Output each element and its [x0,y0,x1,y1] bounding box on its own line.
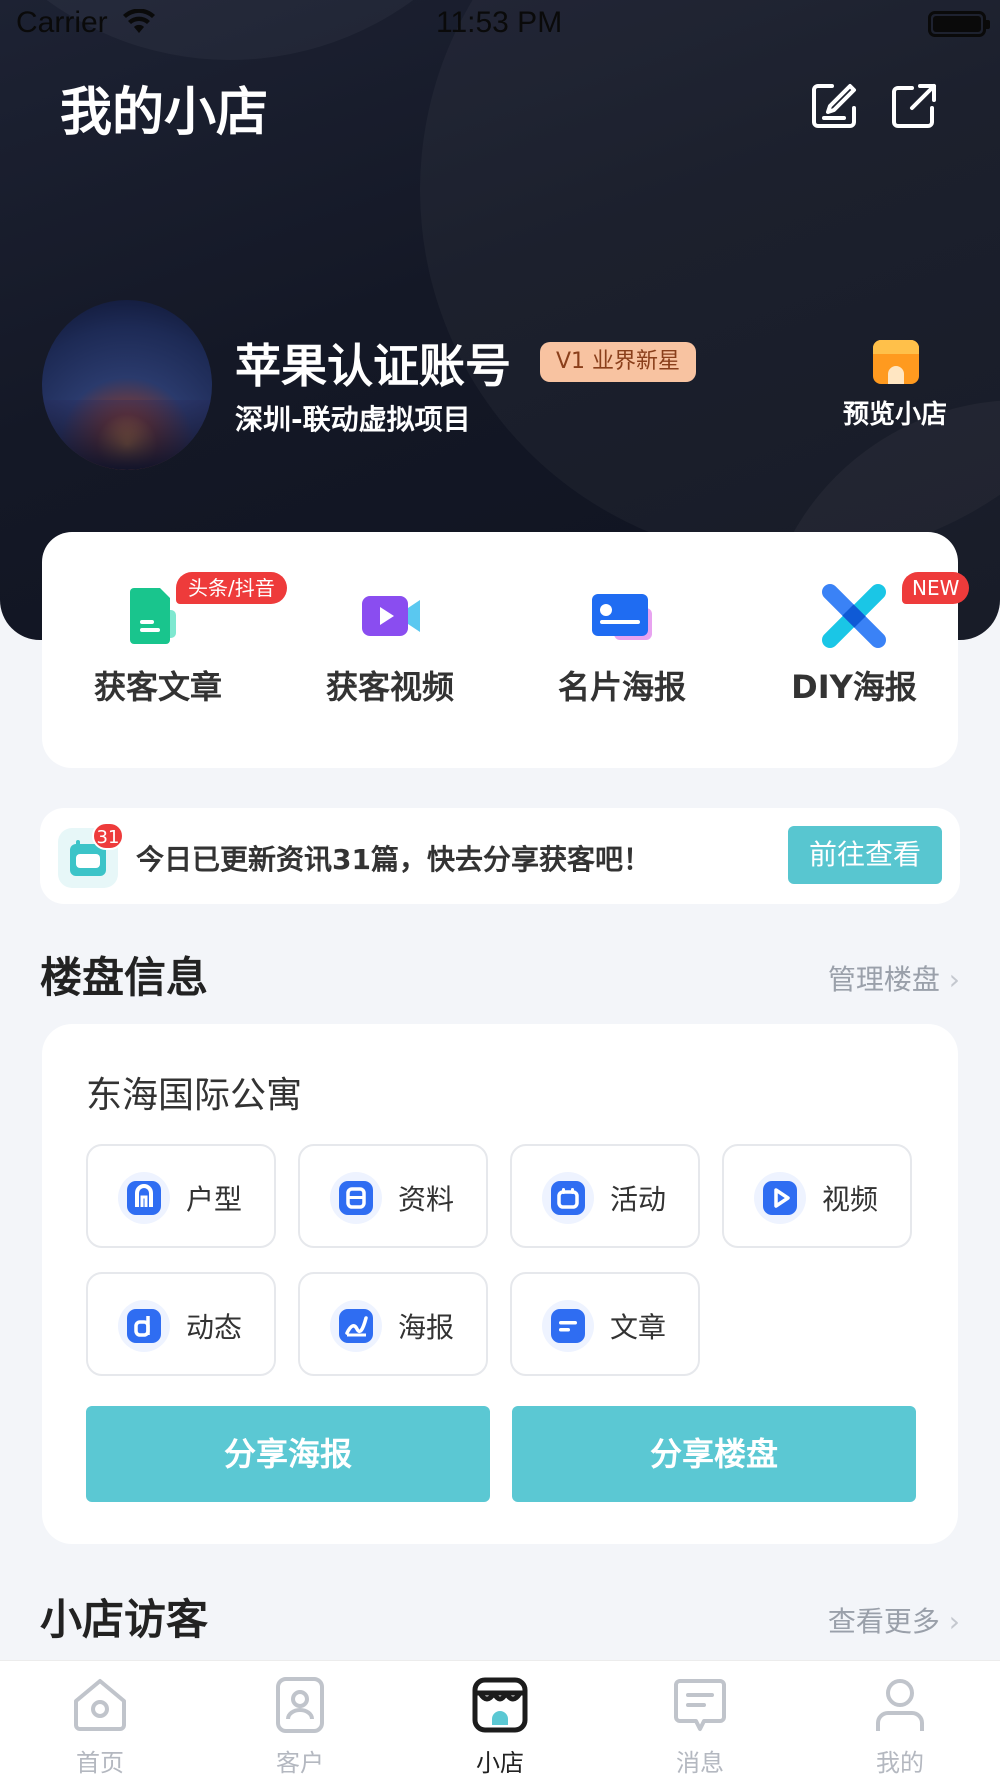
calendar-icon [542,1172,594,1224]
section-title-property: 楼盘信息 [40,953,209,1002]
tool-label: 获客视频 [325,668,454,706]
tool-article[interactable]: 获客文章 [42,532,274,768]
news-text: 今日已更新资讯31篇，快去分享获客吧！ [136,843,651,876]
profile-icon [876,1679,924,1731]
chip-label: 动态 [186,1311,243,1344]
chevron-right-icon: › [948,963,960,996]
preview-store-label: 预览小店 [842,400,947,430]
news-banner[interactable]: 31 今日已更新资讯31篇，快去分享获客吧！ 前往查看 [40,808,960,904]
chip-label: 海报 [398,1311,455,1344]
contacts-icon [276,1677,324,1733]
new-badge: NEW [902,572,970,604]
tab-messages[interactable]: 消息 [600,1661,800,1778]
tab-store[interactable]: 小店 [400,1661,600,1778]
view-more-link[interactable]: 查看更多 › [828,1600,960,1640]
tag-badge: 头条/抖音 [176,572,287,604]
tool-video[interactable]: 获客视频 [274,532,506,768]
manage-property-link[interactable]: 管理楼盘 › [828,958,960,998]
chevron-right-icon: › [948,1605,960,1638]
chip-label: 资料 [398,1183,455,1216]
floorplan-icon [118,1172,170,1224]
tab-label: 消息 [676,1749,724,1777]
avatar-city-image [42,400,212,470]
section-title-visitors: 小店访客 [40,1595,209,1644]
text-icon [542,1300,594,1352]
edit-icon[interactable] [810,82,858,130]
chip-poster[interactable]: 海报 [298,1272,488,1376]
page-title: 我的小店 [60,83,269,143]
play-icon [754,1172,806,1224]
tab-bar: 首页 客户 小店 消息 我的 [0,1660,1000,1778]
chip-label: 文章 [610,1311,667,1344]
message-icon [674,1679,726,1731]
tool-card-poster[interactable]: 名片海报 [506,532,738,768]
card-poster-icon [592,594,652,640]
store-icon [472,1677,528,1733]
chip-label: 视频 [822,1183,879,1216]
clock: 11:53 PM [436,6,563,39]
tab-label: 我的 [876,1749,924,1777]
tab-label: 小店 [476,1749,524,1777]
tool-label: 名片海报 [557,668,686,706]
tab-home[interactable]: 首页 [0,1661,200,1778]
chip-floorplan[interactable]: 户型 [86,1144,276,1248]
share-poster-button[interactable]: 分享海报 [86,1406,490,1502]
preview-store-button[interactable]: 预览小店 [830,336,960,436]
manage-property-label: 管理楼盘 [827,963,940,996]
chip-video[interactable]: 视频 [722,1144,912,1248]
status-bar: Carrier 11:53 PM [0,0,1000,50]
tool-label: 获客文章 [93,668,222,706]
tools-card: 获客文章 头条/抖音 获客视频 名片海报 DIY海报 NEW [42,532,970,768]
home-icon [74,1679,126,1731]
chip-article[interactable]: 文章 [510,1272,700,1376]
view-more-label: 查看更多 [827,1605,940,1638]
tab-label: 客户 [276,1749,324,1777]
avatar[interactable] [42,300,212,470]
news-feed-icon [118,1300,170,1352]
tool-label: DIY海报 [791,668,917,706]
document-icon [330,1172,382,1224]
property-name: 东海国际公寓 [86,1075,303,1116]
chip-activity[interactable]: 活动 [510,1144,700,1248]
tool-diy-poster[interactable]: DIY海报 [738,532,970,768]
share-property-button[interactable]: 分享楼盘 [512,1406,916,1502]
video-icon [362,596,420,636]
poster-icon [330,1300,382,1352]
share-icon[interactable] [890,82,938,130]
wifi-icon [122,8,156,43]
tab-label: 首页 [76,1749,124,1777]
view-news-button[interactable]: 前往查看 [788,826,942,884]
chip-label: 户型 [186,1183,243,1216]
chip-news-feed[interactable]: 动态 [86,1272,276,1376]
diy-poster-icon [822,584,886,648]
user-name: 苹果认证账号 [235,339,511,393]
store-icon [873,340,919,384]
chip-document[interactable]: 资料 [298,1144,488,1248]
project-name: 深圳-联动虚拟项目 [235,403,471,436]
chip-label: 活动 [610,1183,667,1216]
news-count-badge: 31 [92,822,124,850]
tab-profile[interactable]: 我的 [800,1661,1000,1778]
carrier-label: Carrier [16,6,108,39]
battery-icon [928,11,990,37]
level-badge: V1 业界新星 [540,342,697,382]
tab-customers[interactable]: 客户 [200,1661,400,1778]
